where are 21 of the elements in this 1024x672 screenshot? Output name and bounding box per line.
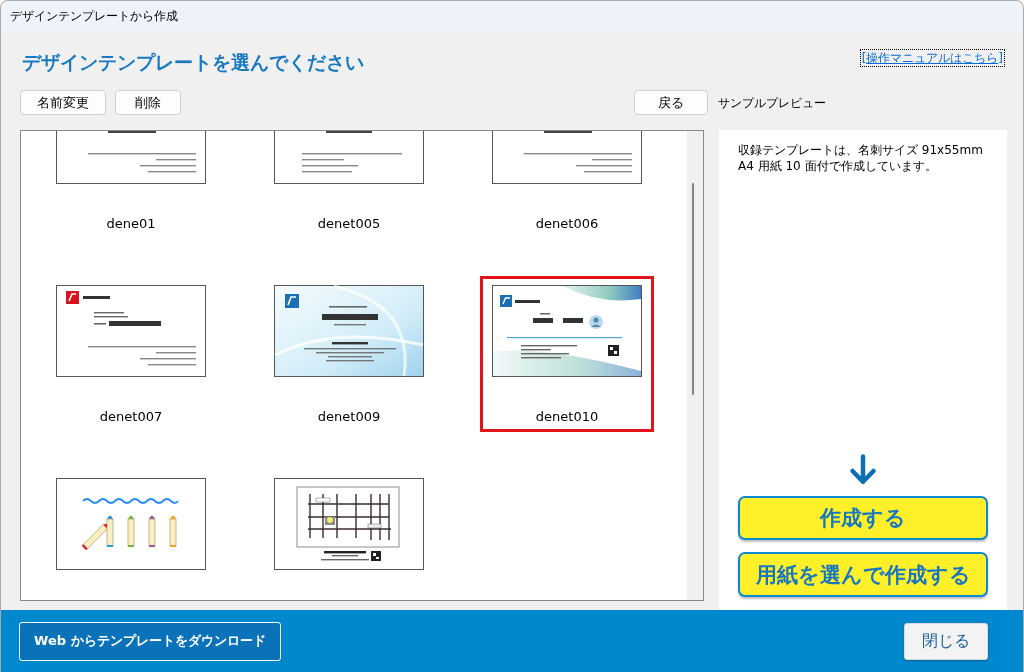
- manual-link[interactable]: [操作マニュアルはこちら]: [860, 50, 1004, 66]
- template-item[interactable]: denet006: [480, 131, 654, 239]
- template-item[interactable]: denet010: [480, 276, 654, 432]
- preview-label: サンプルプレビュー: [718, 94, 826, 111]
- create-button[interactable]: 用紙を選んで作成する: [738, 552, 988, 597]
- toolbar-button[interactable]: 名前変更: [20, 90, 106, 115]
- page-heading: デザインテンプレートを選んでください: [22, 50, 364, 75]
- template-item[interactable]: denet005: [262, 131, 436, 239]
- template-item[interactable]: dene01: [44, 131, 218, 239]
- close-button[interactable]: 閉じる: [904, 622, 988, 660]
- download-button[interactable]: Web からテンプレートをダウンロード: [19, 621, 281, 661]
- scrollbar[interactable]: [687, 131, 703, 600]
- template-item[interactable]: denet007: [44, 276, 218, 432]
- toolbar-button[interactable]: 削除: [115, 90, 181, 115]
- window-title: デザインテンプレートから作成: [10, 8, 178, 24]
- create-button[interactable]: 作成する: [738, 496, 988, 540]
- down-arrow-icon: [849, 454, 877, 485]
- back-button[interactable]: 戻る: [634, 90, 708, 115]
- scrollbar-thumb[interactable]: [692, 183, 694, 395]
- template-description: 収録テンプレートは、名刺サイズ 91x55mm A4 用紙 10 面付で作成しています。: [738, 142, 984, 174]
- template-item[interactable]: denet009: [262, 276, 436, 432]
